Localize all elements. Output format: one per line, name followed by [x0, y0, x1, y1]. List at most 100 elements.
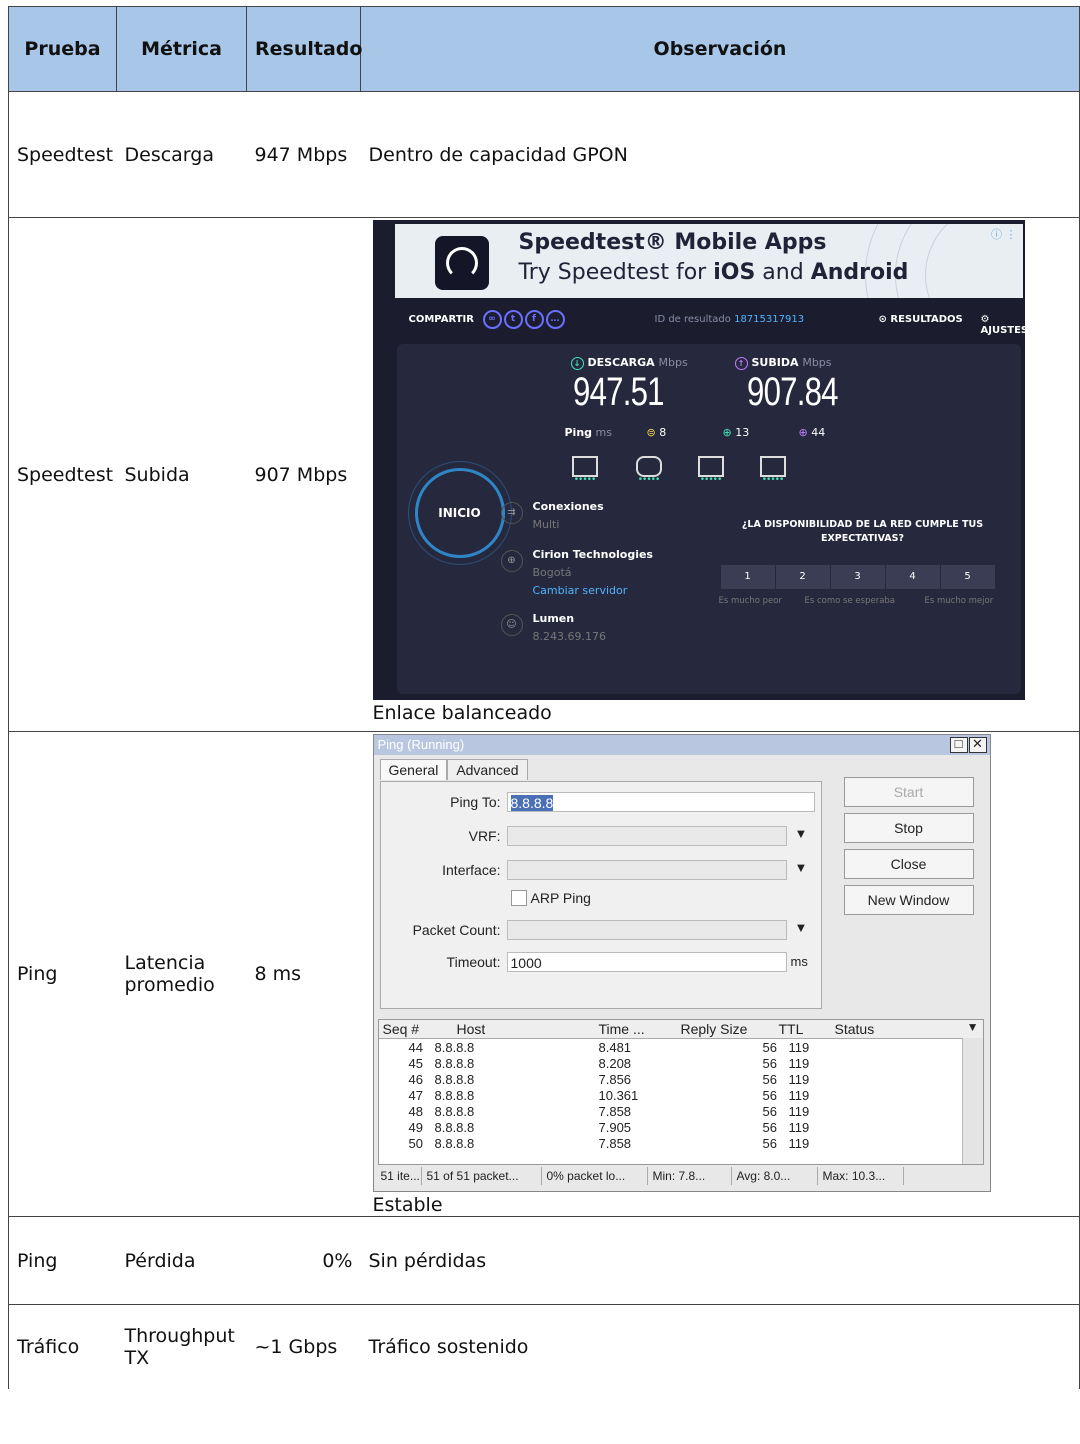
interface-field[interactable]: [506, 860, 787, 880]
speedtest-screenshot: Speedtest® Mobile Apps Try Speedtest for…: [372, 220, 1028, 700]
stop-button[interactable]: Stop: [843, 813, 974, 843]
grid-cell: 119: [788, 1136, 810, 1151]
status-loss: 0% packet lo...: [544, 1167, 648, 1185]
settings-link[interactable]: ⚙ AJUSTES: [981, 314, 1029, 336]
rating-button-4[interactable]: 4: [885, 565, 940, 589]
packet-count-field[interactable]: [506, 920, 787, 940]
grid-cell: 8.481: [598, 1040, 632, 1055]
rating-buttons: 12345: [720, 562, 1005, 589]
grid-cell: 8.8.8.8: [434, 1072, 475, 1087]
rating-button-3[interactable]: 3: [830, 565, 885, 589]
vrf-field[interactable]: [506, 826, 787, 846]
grid-cell: 46: [408, 1072, 423, 1087]
grid-column-header[interactable]: Reply Size: [681, 1021, 748, 1037]
grid-cell: 8.208: [598, 1056, 632, 1071]
grid-cell: 119: [788, 1040, 810, 1055]
status-min: Min: 7.8...: [650, 1167, 732, 1185]
maximize-icon[interactable]: □: [949, 737, 968, 753]
interface-label: Interface:: [442, 862, 501, 878]
header-observacion: Observación: [360, 6, 1080, 92]
grid-column-header[interactable]: Host: [457, 1021, 486, 1037]
facebook-icon[interactable]: f: [524, 310, 544, 329]
tab-advanced[interactable]: Advanced: [447, 759, 528, 780]
rating-button-2[interactable]: 2: [775, 565, 830, 589]
cell-prueba: Ping: [8, 731, 117, 1217]
close-button[interactable]: Close: [843, 849, 974, 879]
rating-button-1[interactable]: 1: [720, 565, 775, 589]
table-row: Ping Latencia promedio 8 ms Ping (Runnin…: [8, 731, 1080, 1217]
ping-to-field[interactable]: 8.8.8.8: [506, 792, 815, 812]
cell-observacion: Sin pérdidas: [360, 1216, 1080, 1305]
vrf-dropdown-icon[interactable]: ▼: [795, 826, 808, 841]
ping-upload: ⊕ 44: [798, 426, 826, 439]
grid-cell: 56: [762, 1040, 777, 1055]
grid-cell: 7.905: [598, 1120, 632, 1135]
ping-to-label: Ping To:: [450, 794, 501, 810]
grid-cell: 119: [788, 1056, 810, 1071]
table-row[interactable]: 50 8.8.8.8 7.858 56 119: [379, 1136, 949, 1152]
rating-button-5[interactable]: 5: [940, 565, 995, 589]
timeout-label: Timeout:: [446, 954, 501, 970]
close-icon[interactable]: ✕: [968, 737, 987, 753]
header-metrica: Métrica: [116, 6, 247, 92]
cell-observacion: Tráfico sostenido: [360, 1304, 1080, 1389]
speedtest-toolbar: COMPARTIR ∞ t f… ID de resultado 187153179…: [408, 310, 1028, 336]
table-row[interactable]: 45 8.8.8.8 8.208 56 119: [379, 1056, 949, 1072]
ad-info-icon[interactable]: ⓘ ⋮: [991, 226, 1017, 242]
ping-window: Ping (Running) □ ✕ General Advanced Ping …: [372, 734, 991, 1192]
status-bar: 51 ite... 51 of 51 packet... 0% packet lo.…: [377, 1167, 982, 1185]
grid-cell: 7.858: [598, 1104, 632, 1119]
start-button[interactable]: INICIO: [414, 468, 505, 558]
table-row[interactable]: 48 8.8.8.8 7.858 56 119: [379, 1104, 949, 1120]
table-row[interactable]: 47 8.8.8.8 10.361 56 119: [379, 1088, 949, 1104]
grid-column-header[interactable]: Time ...: [599, 1021, 645, 1037]
status-max: Max: 10.3...: [820, 1167, 904, 1185]
cell-metrica: Latencia promedio: [116, 731, 247, 1217]
grid-column-header[interactable]: TTL: [779, 1021, 804, 1037]
grid-cell: 45: [408, 1056, 423, 1071]
cell-prueba: Tráfico: [8, 1304, 117, 1389]
table-row: Speedtest Descarga 947 Mbps Dentro de ca…: [8, 91, 1080, 218]
interface-dropdown-icon[interactable]: ▼: [795, 860, 808, 875]
status-packets: 51 of 51 packet...: [424, 1167, 542, 1185]
twitter-icon[interactable]: t: [503, 310, 523, 329]
grid-cell: 119: [788, 1104, 810, 1119]
grid-column-header[interactable]: Status: [835, 1021, 875, 1037]
results-table: Prueba Métrica Resultado Observación Spe…: [8, 6, 1080, 1389]
column-menu-icon[interactable]: ▼: [967, 1020, 979, 1034]
header-row: Prueba Métrica Resultado Observación: [8, 6, 1080, 92]
link-icon[interactable]: ∞: [482, 310, 502, 329]
vertical-scrollbar[interactable]: [961, 1038, 983, 1164]
result-id: ID de resultado 18715317913: [654, 314, 805, 325]
ping-download: ⊕ 13: [722, 426, 750, 439]
more-icon[interactable]: …: [545, 310, 565, 329]
cell-metrica: Pérdida: [116, 1216, 247, 1305]
results-link[interactable]: ⊙ RESULTADOS: [879, 314, 963, 325]
packet-count-dropdown-icon[interactable]: ▼: [795, 920, 808, 935]
ping-idle: ⊜ 8: [646, 426, 667, 439]
table-row[interactable]: 44 8.8.8.8 8.481 56 119: [379, 1040, 949, 1056]
table-row[interactable]: 49 8.8.8.8 7.905 56 119: [379, 1120, 949, 1136]
timeout-field[interactable]: 1000: [506, 952, 787, 972]
grid-header: Seq # Host Time ... Reply Size TTL Status ▼: [378, 1020, 983, 1039]
grid-cell: 8.8.8.8: [434, 1136, 475, 1151]
new-window-button[interactable]: New Window: [843, 885, 974, 915]
rating-low-label: Es mucho peor: [718, 596, 782, 606]
speedtest-ad-banner[interactable]: Speedtest® Mobile Apps Try Speedtest for…: [394, 224, 1023, 298]
ping-label: Ping ms: [564, 426, 613, 439]
browsing-icon: •••••: [571, 456, 599, 485]
arp-checkbox[interactable]: [510, 890, 527, 906]
grid-cell: 47: [408, 1088, 423, 1103]
share-label: COMPARTIR: [408, 314, 474, 325]
start-button[interactable]: Start: [843, 777, 974, 807]
grid-column-header[interactable]: Seq #: [383, 1021, 420, 1037]
tab-general[interactable]: General: [379, 759, 448, 780]
table-row[interactable]: 46 8.8.8.8 7.856 56 119: [379, 1072, 949, 1088]
grid-cell: 56: [762, 1072, 777, 1087]
grid-cell: 119: [788, 1120, 810, 1135]
change-server-link[interactable]: Cambiar servidor: [533, 584, 628, 597]
table-row: Speedtest Subida 907 Mbps Speedtest® Mob…: [8, 217, 1080, 732]
rating-question: ¿LA DISPONIBILIDAD DE LA RED CUMPLE TUS …: [741, 519, 984, 544]
grid-cell: 119: [788, 1088, 810, 1103]
upload-value: 907.84: [746, 370, 839, 414]
